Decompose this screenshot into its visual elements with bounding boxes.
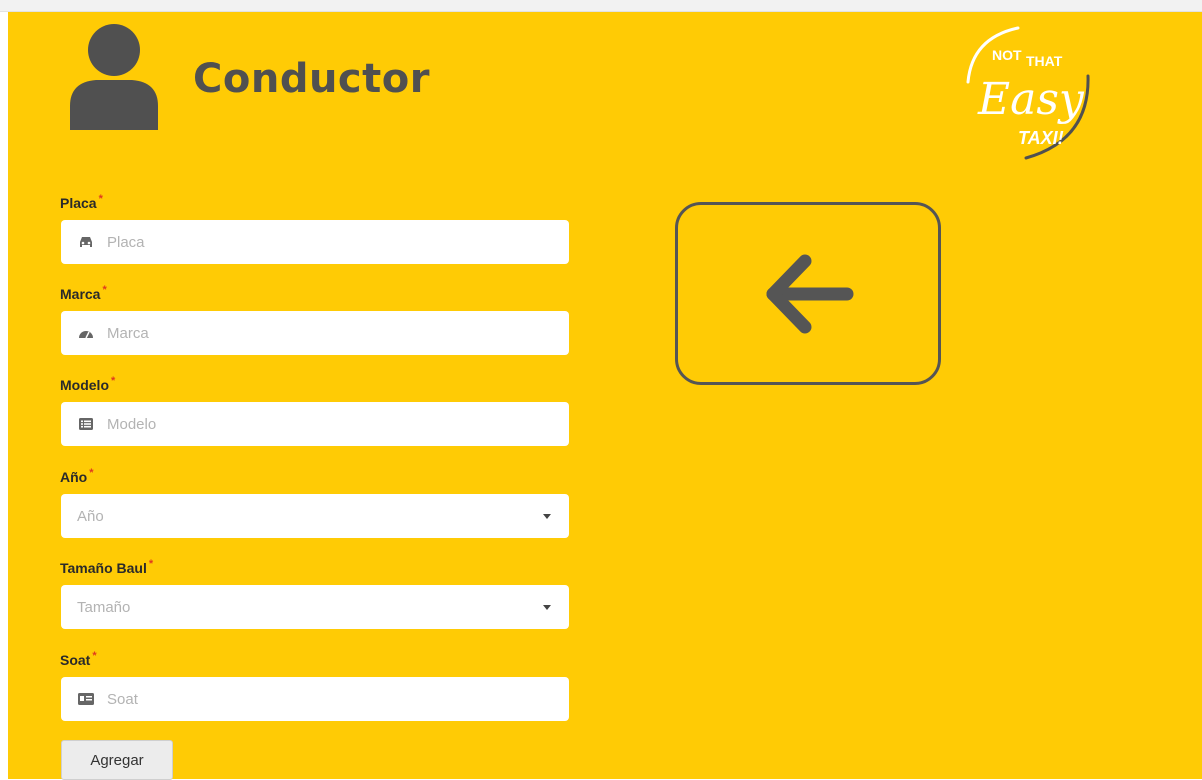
chevron-down-icon [543,513,551,519]
id-card-icon [77,690,95,708]
modelo-field[interactable] [61,402,569,446]
page-panel: Conductor NOT THAT Easy TAXI! Placa* Mar… [8,12,1202,780]
soat-label: Soat * [60,650,97,668]
back-button[interactable] [675,202,941,385]
car-icon [77,233,95,251]
page-title: Conductor [193,56,430,102]
modelo-input[interactable] [107,404,569,444]
marca-field[interactable] [61,311,569,355]
anio-select[interactable]: Año [61,494,569,538]
required-marker: * [102,284,107,296]
top-border [0,0,1202,12]
marca-label-text: Marca [60,286,101,302]
required-marker: * [148,558,154,570]
marca-input[interactable] [107,313,569,353]
required-marker: * [89,467,94,479]
required-marker: * [92,650,97,662]
logo-text-easy: Easy [977,74,1085,125]
logo-text-taxi: TAXI! [1018,128,1064,148]
soat-input[interactable] [107,679,569,719]
tamano-select[interactable]: Tamaño [61,585,569,629]
marca-label: Marca * [60,284,107,302]
anio-label: Año * [60,467,94,485]
modelo-label: Modelo * [60,375,116,393]
user-icon [70,24,158,130]
add-button[interactable]: Agregar [61,740,173,780]
soat-label-text: Soat [60,652,91,668]
list-icon [77,415,95,433]
tamano-label-text: Tamaño Baul [60,560,147,576]
tamano-label: Tamaño Baul * [60,558,154,576]
required-marker: * [98,193,103,205]
chevron-down-icon [543,604,551,610]
anio-label-text: Año [60,469,88,485]
arrow-left-icon [766,254,854,333]
logo-text-that: THAT [1026,53,1063,69]
placa-input[interactable] [107,222,569,262]
required-marker: * [111,375,116,387]
gauge-icon [77,324,95,342]
modelo-label-text: Modelo [60,377,109,393]
anio-select-value: Año [77,507,104,525]
tamano-select-value: Tamaño [77,598,131,616]
logo-text-not: NOT [992,47,1022,63]
placa-label: Placa * [60,193,103,211]
placa-field[interactable] [61,220,569,264]
brand-logo: NOT THAT Easy TAXI! [966,26,1090,160]
soat-field[interactable] [61,677,569,721]
placa-label-text: Placa [60,195,97,211]
